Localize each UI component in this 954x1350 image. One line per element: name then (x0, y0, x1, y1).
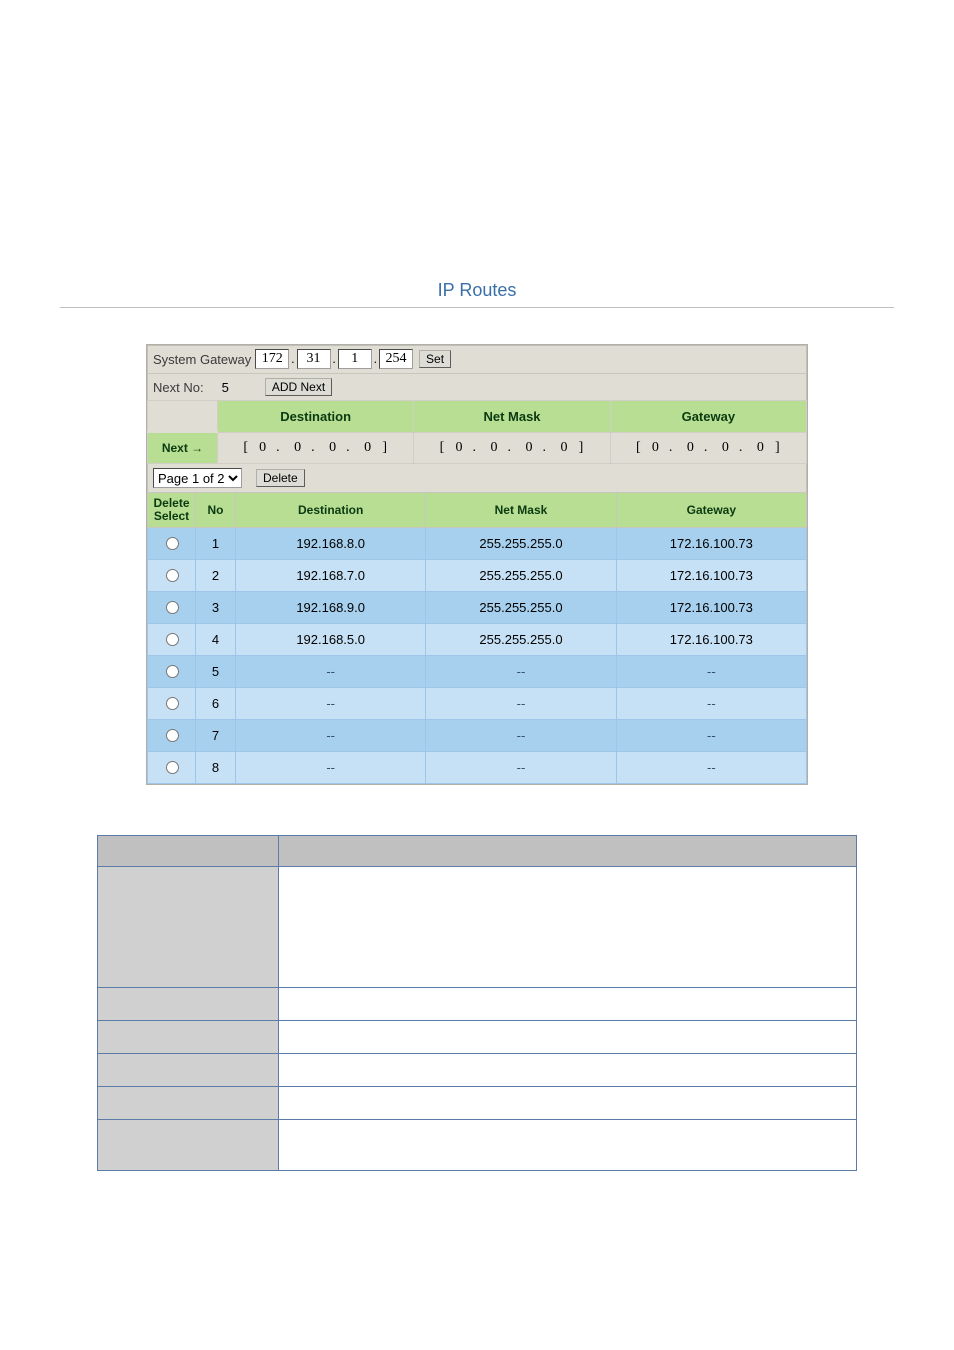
col-gateway: Gateway (610, 401, 806, 433)
next-input-table: Destination Net Mask Gateway Next → [0. … (147, 400, 807, 464)
desc-param (98, 867, 279, 988)
cell-no: 1 (196, 528, 236, 560)
desc-param (98, 1087, 279, 1120)
cell-mask: -- (426, 688, 616, 720)
cell-mask: 255.255.255.0 (426, 528, 616, 560)
col-no: No (196, 493, 236, 528)
delete-radio[interactable] (166, 697, 179, 710)
cell-dest: 192.168.5.0 (236, 624, 426, 656)
description-section (97, 835, 857, 1171)
col-destination2: Destination (236, 493, 426, 528)
cell-dest: -- (236, 752, 426, 784)
next-no-row: Next No: 5 ADD Next (147, 373, 807, 400)
table-row: 8 -- -- -- (148, 752, 807, 784)
col-netmask2: Net Mask (426, 493, 616, 528)
cell-dest: -- (236, 688, 426, 720)
next-arrow: Next → (148, 432, 218, 464)
cell-gw: -- (616, 752, 806, 784)
title-divider (60, 307, 894, 308)
cell-dest: 192.168.9.0 (236, 592, 426, 624)
page-title: IP Routes (0, 280, 954, 307)
desc-text (279, 1087, 857, 1120)
delete-radio[interactable] (166, 569, 179, 582)
delete-radio[interactable] (166, 729, 179, 742)
system-gateway-row: System Gateway . . . Set (147, 345, 807, 373)
cell-no: 6 (196, 688, 236, 720)
dot: . (372, 351, 379, 367)
cell-no: 7 (196, 720, 236, 752)
gateway-octet-2[interactable] (297, 349, 331, 369)
add-next-button[interactable]: ADD Next (265, 378, 332, 396)
description-table (97, 835, 857, 1171)
cell-dest: -- (236, 720, 426, 752)
delete-button[interactable]: Delete (256, 469, 305, 487)
system-gateway-label: System Gateway (153, 352, 251, 367)
gateway-octet-4[interactable] (379, 349, 413, 369)
cell-mask: 255.255.255.0 (426, 592, 616, 624)
col-gateway2: Gateway (616, 493, 806, 528)
cell-gw: -- (616, 688, 806, 720)
cell-gw: -- (616, 720, 806, 752)
dot: . (289, 351, 296, 367)
cell-no: 5 (196, 656, 236, 688)
gateway-octet-3[interactable] (338, 349, 372, 369)
routes-panel: System Gateway . . . Set Next No: 5 ADD … (146, 344, 808, 785)
cell-no: 4 (196, 624, 236, 656)
next-no-value: 5 (222, 380, 229, 395)
cell-dest: -- (236, 656, 426, 688)
desc-param (98, 1054, 279, 1087)
desc-param (98, 988, 279, 1021)
gateway-octet-1[interactable] (255, 349, 289, 369)
delete-radio[interactable] (166, 537, 179, 550)
desc-header-param (98, 836, 279, 867)
cell-gw: 172.16.100.73 (616, 528, 806, 560)
delete-radio[interactable] (166, 601, 179, 614)
desc-text (279, 1120, 857, 1171)
desc-param (98, 1021, 279, 1054)
next-destination[interactable]: [0. 0. 0. 0] (218, 432, 414, 464)
page-select[interactable]: Page 1 of 2 (153, 468, 242, 488)
cell-mask: -- (426, 656, 616, 688)
delete-radio[interactable] (166, 761, 179, 774)
col-destination: Destination (218, 401, 414, 433)
desc-text (279, 1054, 857, 1087)
cell-no: 3 (196, 592, 236, 624)
cell-mask: 255.255.255.0 (426, 624, 616, 656)
col-delete-select: DeleteSelect (148, 493, 196, 528)
desc-text (279, 1021, 857, 1054)
table-row: 5 -- -- -- (148, 656, 807, 688)
table-row: 2 192.168.7.0 255.255.255.0 172.16.100.7… (148, 560, 807, 592)
cell-gw: -- (616, 656, 806, 688)
delete-radio[interactable] (166, 633, 179, 646)
cell-gw: 172.16.100.73 (616, 560, 806, 592)
next-netmask[interactable]: [0. 0. 0. 0] (414, 432, 610, 464)
table-row: 1 192.168.8.0 255.255.255.0 172.16.100.7… (148, 528, 807, 560)
desc-text (279, 988, 857, 1021)
cell-mask: -- (426, 752, 616, 784)
next-no-label: Next No: (153, 380, 204, 395)
route-list-table: DeleteSelect No Destination Net Mask Gat… (147, 492, 807, 784)
cell-dest: 192.168.7.0 (236, 560, 426, 592)
cell-mask: 255.255.255.0 (426, 560, 616, 592)
cell-dest: 192.168.8.0 (236, 528, 426, 560)
set-button[interactable]: Set (419, 350, 451, 368)
next-gateway[interactable]: [0. 0. 0. 0] (610, 432, 806, 464)
table-row: 7 -- -- -- (148, 720, 807, 752)
desc-param (98, 1120, 279, 1171)
cell-gw: 172.16.100.73 (616, 592, 806, 624)
cell-mask: -- (426, 720, 616, 752)
cell-gw: 172.16.100.73 (616, 624, 806, 656)
cell-no: 2 (196, 560, 236, 592)
desc-header-desc (279, 836, 857, 867)
pager-row: Page 1 of 2 Delete (147, 464, 807, 492)
table-row: 3 192.168.9.0 255.255.255.0 172.16.100.7… (148, 592, 807, 624)
table-row: 4 192.168.5.0 255.255.255.0 172.16.100.7… (148, 624, 807, 656)
dot: . (331, 351, 338, 367)
col-netmask: Net Mask (414, 401, 610, 433)
cell-no: 8 (196, 752, 236, 784)
desc-text (279, 867, 857, 988)
delete-radio[interactable] (166, 665, 179, 678)
table-row: 6 -- -- -- (148, 688, 807, 720)
